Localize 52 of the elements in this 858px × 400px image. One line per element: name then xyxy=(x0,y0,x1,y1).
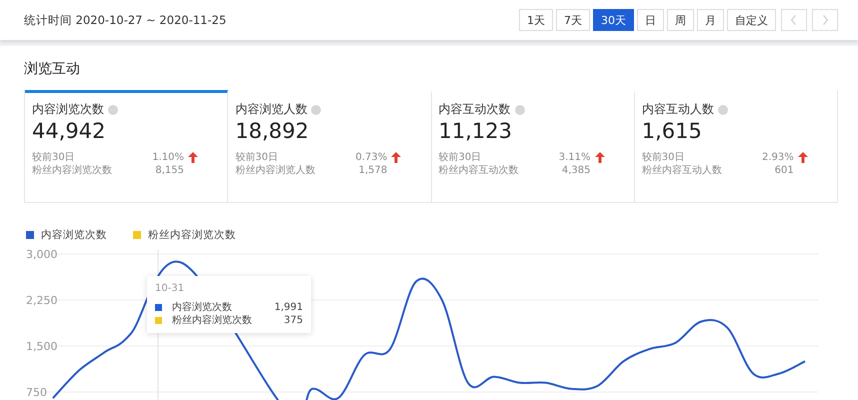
tooltip-label: 内容浏览次数 xyxy=(172,301,233,314)
fans-value: 1,578 xyxy=(358,164,388,177)
info-icon[interactable] xyxy=(311,104,322,114)
tooltip-date: 10-31 xyxy=(155,283,186,294)
metric-card[interactable]: 内容浏览次数 44,942 较前30日 1.10% 粉丝内容浏览次数 8,155 xyxy=(25,90,228,202)
metric-value: 44,942 xyxy=(32,119,106,143)
fans-value: 601 xyxy=(774,164,794,177)
tooltip-value: 1,991 xyxy=(274,301,303,314)
metric-card[interactable]: 内容互动人数 1,615 较前30日 2.93% 粉丝内容互动人数 601 xyxy=(634,90,837,202)
tooltip-value: 375 xyxy=(284,314,303,327)
section-title: 浏览互动 xyxy=(23,60,81,79)
range-button[interactable]: 1天 xyxy=(519,9,553,31)
info-icon[interactable] xyxy=(718,104,728,114)
legend-label[interactable]: 内容浏览次数 xyxy=(41,228,107,242)
compare-value: 1.10% xyxy=(152,151,184,164)
fans-value: 8,155 xyxy=(155,164,184,177)
y-axis-label: 3,000 xyxy=(26,248,58,261)
fans-label: 粉丝内容互动次数 xyxy=(438,164,520,177)
date-range-text: 统计时间 2020-10-27 ~ 2020-11-25 xyxy=(24,12,226,28)
compare-value: 3.11% xyxy=(558,151,590,164)
metric-value: 1,615 xyxy=(642,119,703,143)
metric-value: 18,892 xyxy=(235,119,310,143)
legend-label[interactable]: 粉丝内容浏览次数 xyxy=(148,228,236,242)
info-icon[interactable] xyxy=(108,104,118,114)
range-button[interactable]: 月 xyxy=(697,9,724,31)
metric-card[interactable]: 内容浏览人数 18,892 较前30日 0.73% 粉丝内容浏览人数 1,578 xyxy=(228,90,432,202)
fans-value: 4,385 xyxy=(562,164,590,177)
compare-label: 较前30日 xyxy=(235,151,279,164)
range-button[interactable]: 自定义 xyxy=(727,9,776,31)
compare-label: 较前30日 xyxy=(438,151,482,164)
metric-title: 内容浏览人数 xyxy=(235,101,308,118)
metric-value: 11,123 xyxy=(438,119,513,143)
range-button[interactable]: 日 xyxy=(637,9,664,31)
compare-label: 较前30日 xyxy=(642,151,686,164)
metric-title: 内容互动人数 xyxy=(642,101,714,118)
y-axis-label: 750 xyxy=(26,386,47,399)
y-axis-label: 2,250 xyxy=(26,294,58,307)
range-button[interactable]: 7天 xyxy=(556,9,590,31)
metric-title: 内容浏览次数 xyxy=(32,101,104,118)
compare-label: 较前30日 xyxy=(32,151,76,164)
compare-value: 2.93% xyxy=(762,151,794,164)
metric-card[interactable]: 内容互动次数 11,123 较前30日 3.11% 粉丝内容互动次数 4,385 xyxy=(432,90,635,202)
fans-label: 粉丝内容浏览人数 xyxy=(235,164,316,177)
compare-value: 0.73% xyxy=(355,151,388,164)
fans-label: 粉丝内容浏览次数 xyxy=(32,164,113,177)
tooltip-label: 粉丝内容浏览次数 xyxy=(172,314,253,327)
fans-label: 粉丝内容互动人数 xyxy=(642,164,723,177)
info-icon[interactable] xyxy=(514,104,524,114)
range-button[interactable]: 周 xyxy=(667,9,694,31)
range-button[interactable]: 30天 xyxy=(593,9,634,31)
metric-title: 内容互动次数 xyxy=(438,101,510,118)
y-axis-label: 1,500 xyxy=(26,340,58,353)
